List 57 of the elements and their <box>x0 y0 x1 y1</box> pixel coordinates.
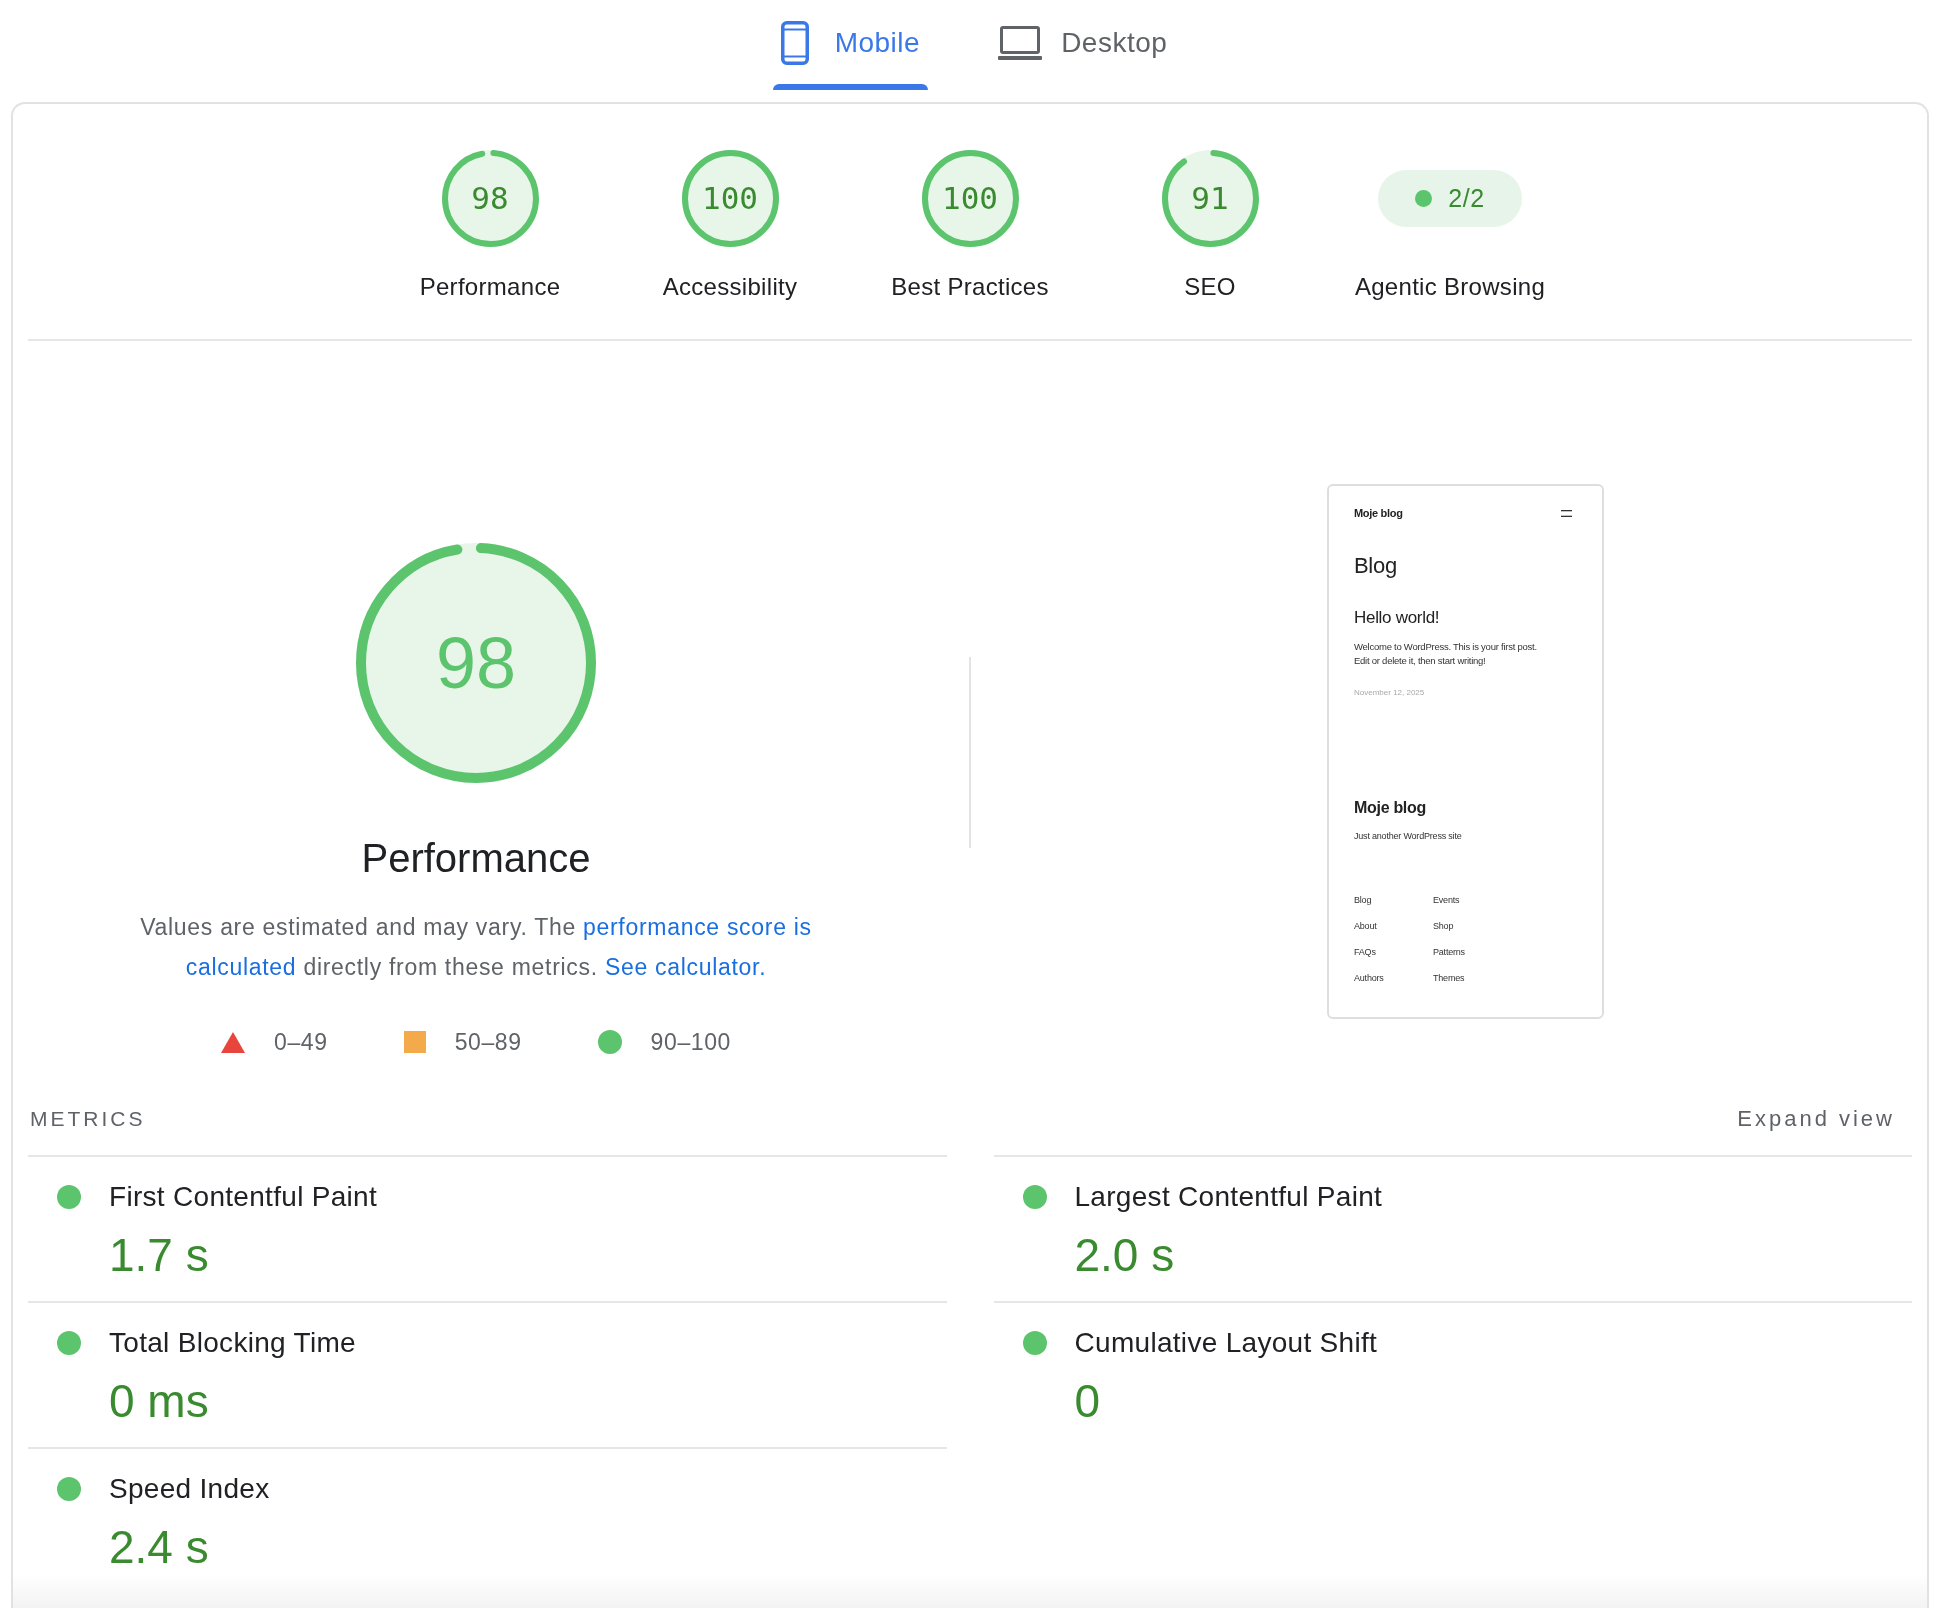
metric-name: First Contentful Paint <box>109 1182 378 1212</box>
footer-nav-text: Authors <box>1354 972 1384 984</box>
score-badge[interactable]: 2/2 <box>1378 170 1522 227</box>
laptop-icon <box>998 26 1043 60</box>
expand-view-button[interactable]: Expand view <box>1737 1105 1895 1133</box>
post-excerpt: Welcome to WordPress. This is your first post. Edit or delete it, then start writing! <box>1354 640 1538 668</box>
footer-nav-text: Themes <box>1433 972 1465 984</box>
device-tab[interactable]: Mobile <box>772 0 929 90</box>
footer-nav-text: Shop <box>1433 920 1454 932</box>
metric-value: 0 <box>1074 1374 1101 1429</box>
metric-name: Total Blocking Time <box>109 1328 356 1358</box>
metrics-heading: METRICS <box>30 1106 146 1132</box>
text-link[interactable]: calculated <box>185 947 297 987</box>
footer-nav-text: Patterns <box>1433 946 1465 958</box>
category-label: SEO <box>1184 272 1236 302</box>
page-heading: Blog <box>1354 553 1397 579</box>
footer-nav-text: Events <box>1433 894 1460 906</box>
footer-nav-text: Blog <box>1354 894 1372 906</box>
category-label: Accessibility <box>662 272 798 302</box>
badge-score: 2/2 <box>1448 184 1485 213</box>
metric-value: 2.0 s <box>1074 1228 1175 1283</box>
footer-site-title: Moje blog <box>1354 798 1426 818</box>
metric-value: 2.4 s <box>109 1520 209 1575</box>
metric-value: 0 ms <box>109 1374 209 1429</box>
performance-score: 98 <box>435 627 517 699</box>
footer-nav-text: About <box>1354 920 1377 932</box>
legend-range: 50–89 <box>454 1030 522 1054</box>
metric-name: Cumulative Layout Shift <box>1074 1328 1378 1358</box>
score-gauge[interactable]: 100 <box>921 150 1019 247</box>
score-value: 91 <box>1191 183 1229 214</box>
metric-name: Speed Index <box>109 1474 270 1504</box>
text-link[interactable]: See calculator. <box>604 947 767 987</box>
footer-nav-text: FAQs <box>1354 946 1376 958</box>
score-gauge[interactable]: 91 <box>1161 150 1259 247</box>
post-date: November 12, 2025 <box>1354 687 1425 699</box>
score-value: 98 <box>471 183 509 214</box>
menu-icon <box>1561 509 1572 517</box>
site-title: Moje blog <box>1354 506 1403 520</box>
text-link[interactable]: performance score is <box>583 907 812 947</box>
legend-range: 90–100 <box>650 1030 731 1054</box>
status-dot-icon <box>1415 190 1433 207</box>
smartphone-icon <box>780 21 809 65</box>
score-gauge[interactable]: 100 <box>681 150 779 247</box>
category-label: Best Practices <box>891 272 1049 302</box>
score-value: 100 <box>702 183 758 214</box>
category-label: Performance <box>419 272 561 302</box>
footer-tagline: Just another WordPress site <box>1354 830 1462 842</box>
metric-value: 1.7 s <box>109 1228 209 1283</box>
legend-range: 0–49 <box>274 1030 328 1054</box>
score-description: Values are estimated and may vary. The performance score is calculated directly from these metrics. See calculator. <box>96 907 856 987</box>
metric-name: Largest Contentful Paint <box>1074 1182 1383 1212</box>
device-tab[interactable]: Desktop <box>990 0 1176 90</box>
score-gauge[interactable]: 98 <box>441 150 539 247</box>
score-value: 100 <box>942 183 998 214</box>
category-label: Agentic Browsing <box>1354 272 1546 302</box>
post-title: Hello world! <box>1354 607 1440 629</box>
section-title: Performance <box>361 835 591 882</box>
